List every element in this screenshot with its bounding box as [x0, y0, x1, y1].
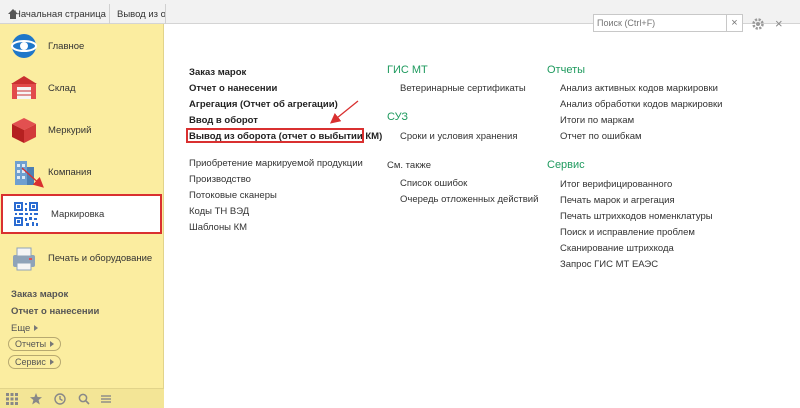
search-input[interactable]: [594, 15, 726, 31]
sidebar-item-label: Меркурий: [48, 124, 92, 136]
link-gis-mt-eaeu-request[interactable]: Запрос ГИС МТ ЕАЭС: [560, 259, 658, 270]
heading-service: Сервис: [547, 159, 585, 171]
sidebar-item-company[interactable]: Компания: [0, 152, 164, 192]
chevron-right-icon: [34, 325, 39, 331]
sidebar-item-label: Печать и оборудование: [48, 252, 153, 264]
chevron-right-icon: [49, 359, 54, 365]
link-application-report[interactable]: Отчет о нанесении: [189, 83, 277, 94]
link-scan-barcode[interactable]: Сканирование штрихкода: [560, 243, 674, 254]
star-icon[interactable]: [30, 393, 42, 405]
sidebar-bottom-bar: [0, 388, 164, 408]
sidebar-link-application-report[interactable]: Отчет о нанесении: [11, 306, 99, 317]
sidebar-more-link[interactable]: Еще: [11, 323, 39, 334]
link-aggregation[interactable]: Агрегация (Отчет об агрегации): [189, 99, 338, 110]
building-icon: [15, 161, 34, 185]
heading-gis-mt: ГИС МТ: [387, 64, 428, 76]
sidebar-item-label: Главное: [48, 40, 85, 52]
history-icon[interactable]: [54, 393, 66, 405]
link-storage-conditions[interactable]: Сроки и условия хранения: [400, 131, 517, 142]
search-box: ×: [593, 14, 743, 32]
link-order-marks[interactable]: Заказ марок: [189, 67, 246, 78]
link-put-into-circulation[interactable]: Ввод в оборот: [189, 115, 258, 126]
link-errors-report[interactable]: Отчет по ошибкам: [560, 131, 642, 142]
pill-label: Отчеты: [15, 339, 47, 349]
link-error-list[interactable]: Список ошибок: [400, 178, 467, 189]
printer-icon: [13, 247, 35, 271]
chevron-right-icon: [50, 341, 55, 347]
sidebar-pill-service[interactable]: Сервис: [8, 355, 61, 369]
link-print-marks-aggregation[interactable]: Печать марок и агрегация: [560, 195, 675, 206]
warehouse-icon: [11, 76, 37, 99]
search-icon[interactable]: [78, 393, 90, 405]
sidebar-item-label: Компания: [48, 166, 92, 178]
sidebar-item-label: Склад: [48, 82, 76, 94]
sidebar-more-label: Еще: [11, 323, 31, 334]
sidebar-item-marking[interactable]: Маркировка: [1, 194, 162, 234]
link-codes-processing-analysis[interactable]: Анализ обработки кодов маркировки: [560, 99, 722, 110]
sidebar-item-main[interactable]: Главное: [0, 26, 164, 66]
search-clear-button[interactable]: ×: [726, 15, 742, 31]
link-production[interactable]: Производство: [189, 174, 251, 185]
link-km-templates[interactable]: Шаблоны КМ: [189, 222, 247, 233]
sidebar-pill-reports[interactable]: Отчеты: [8, 337, 62, 351]
link-stream-scanners[interactable]: Потоковые сканеры: [189, 190, 277, 201]
highlight-box: [186, 128, 364, 143]
tab-withdrawal[interactable]: Вывод из о: [111, 4, 166, 24]
link-deferred-actions-queue[interactable]: Очередь отложенных действий: [400, 194, 538, 205]
tab-home[interactable]: Начальная страница: [2, 4, 110, 24]
globe-icon: [11, 34, 37, 58]
link-verified-total[interactable]: Итог верифицированного: [560, 179, 672, 190]
tab-home-label: Начальная страница: [14, 8, 106, 20]
link-find-fix-problems[interactable]: Поиск и исправление проблем: [560, 227, 695, 238]
gear-icon[interactable]: [750, 16, 766, 32]
sidebar-item-warehouse[interactable]: Склад: [0, 68, 164, 108]
main-panel: × × Заказ марок Отчет о нанесении Агрега…: [165, 14, 800, 408]
sidebar-item-print[interactable]: Печать и оборудование: [0, 238, 164, 278]
pill-label: Сервис: [15, 357, 46, 367]
link-vet-certificates[interactable]: Ветеринарные сертификаты: [400, 83, 526, 94]
link-purchase-products[interactable]: Приобретение маркируемой продукции: [189, 158, 363, 169]
link-active-codes-analysis[interactable]: Анализ активных кодов маркировки: [560, 83, 718, 94]
sidebar-link-order-marks[interactable]: Заказ марок: [11, 289, 68, 300]
link-tn-ved-codes[interactable]: Коды ТН ВЭД: [189, 206, 249, 217]
link-marks-totals[interactable]: Итоги по маркам: [560, 115, 634, 126]
sidebar-item-label: Маркировка: [51, 208, 105, 220]
sidebar: Главное Склад Меркурий Компания Маркиров…: [0, 24, 164, 408]
sidebar-item-mercury[interactable]: Меркурий: [0, 110, 164, 150]
heading-see-also: См. также: [387, 160, 431, 171]
heading-reports: Отчеты: [547, 64, 586, 76]
link-print-barcodes[interactable]: Печать штрихкодов номенклатуры: [560, 211, 713, 222]
tab-withdrawal-label: Вывод из о: [117, 8, 166, 20]
qr-code-icon: [13, 201, 39, 227]
heading-suz: СУЗ: [387, 111, 408, 123]
menu-icon[interactable]: [100, 393, 112, 405]
mercury-cube-icon: [12, 118, 36, 143]
grid-icon[interactable]: [6, 393, 18, 405]
close-button[interactable]: ×: [775, 16, 783, 31]
